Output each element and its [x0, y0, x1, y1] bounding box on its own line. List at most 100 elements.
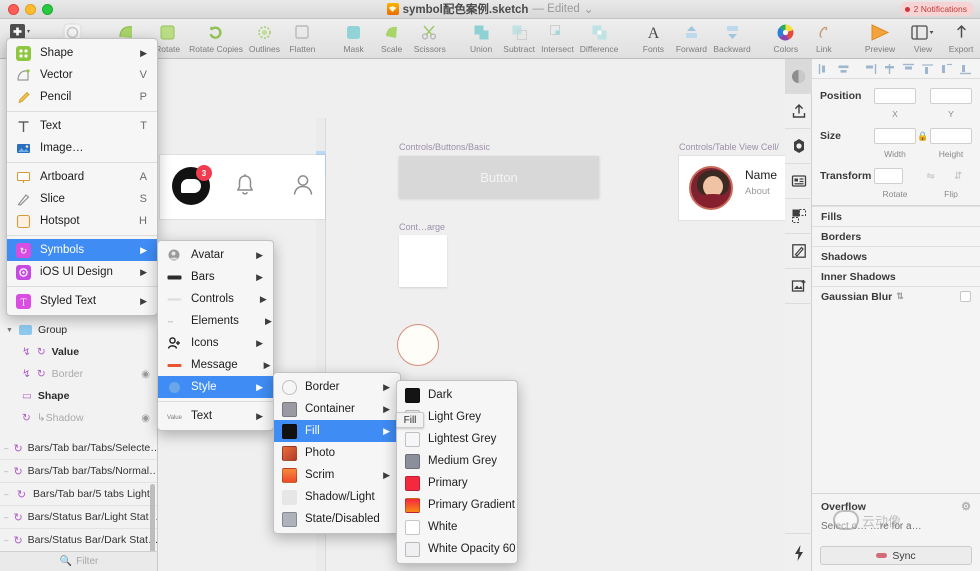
- symbols-submenu[interactable]: Avatar ▶ Bars ▶ Controls ▶ Elements ▶ Ic…: [157, 240, 274, 431]
- layer-group-row[interactable]: ▼ Group: [0, 319, 157, 341]
- align-right-icon[interactable]: [862, 61, 879, 77]
- section-inner-shadows[interactable]: Inner Shadows: [812, 266, 980, 286]
- toolbar-item-intersect[interactable]: Intersect: [538, 21, 577, 54]
- position-x-input[interactable]: [874, 88, 916, 104]
- menu-item-controls[interactable]: Controls ▶: [158, 288, 273, 310]
- fill-submenu[interactable]: Dark Light Grey Lightest Grey Medium Gre…: [396, 380, 518, 564]
- table-cell-artboard-label[interactable]: Controls/Table View Cell/: [679, 142, 779, 152]
- blur-stepper-icon[interactable]: ⇅: [896, 291, 904, 302]
- distribute-v-icon[interactable]: [938, 61, 955, 77]
- person-icon[interactable]: [292, 173, 314, 199]
- toolbar-item-preview[interactable]: Preview: [856, 21, 904, 54]
- menu-item-text[interactable]: Value Text ▶: [158, 405, 273, 427]
- style-submenu[interactable]: Border ▶ Container ▶ Fill ▶ Photo Scrim …: [273, 372, 401, 534]
- toolbar-item-link[interactable]: Link: [805, 21, 843, 54]
- toolbar-item-export[interactable]: Export: [942, 21, 980, 54]
- layer-child-shadow[interactable]: ↻ ↳Shadow ◉: [0, 407, 157, 429]
- button-artboard[interactable]: Button: [399, 156, 599, 198]
- layer-child-shape[interactable]: ▭ Shape: [0, 385, 157, 407]
- toolbar-item-rotate-copies[interactable]: Rotate Copies: [187, 21, 246, 54]
- list-item[interactable]: – ↻ Bars/Tab bar/Tabs/Selecte…: [0, 437, 157, 460]
- menu-item-vector[interactable]: Vector V: [7, 64, 157, 86]
- align-center-h-icon[interactable]: [835, 61, 852, 77]
- menu-item-lightest-grey[interactable]: Lightest Grey: [397, 428, 517, 450]
- rail-item-data[interactable]: [785, 164, 812, 199]
- flip-horizontal-icon[interactable]: ⇋: [927, 171, 935, 182]
- notifications-badge[interactable]: 2 Notifications: [899, 2, 974, 16]
- menu-item-style[interactable]: Style ▶: [158, 376, 273, 398]
- toolbar-item-flatten[interactable]: Flatten: [283, 21, 321, 54]
- rail-item-lightning[interactable]: [785, 533, 812, 571]
- button-artboard-label[interactable]: Controls/Buttons/Basic: [399, 142, 490, 152]
- menu-item-avatar[interactable]: Avatar ▶: [158, 244, 273, 266]
- width-input[interactable]: [874, 128, 916, 144]
- menu-item-text[interactable]: Text T: [7, 115, 157, 137]
- toolbar-item-scissors[interactable]: Scissors: [411, 21, 449, 54]
- blur-checkbox[interactable]: [960, 291, 971, 302]
- align-bottom-icon[interactable]: [957, 61, 974, 77]
- menu-item-styled-text[interactable]: T Styled Text ▶: [7, 290, 157, 312]
- chevron-down-icon[interactable]: ⌄: [584, 2, 594, 16]
- menu-item-artboard[interactable]: Artboard A: [7, 166, 157, 188]
- rotate-input[interactable]: [874, 168, 903, 184]
- container-artboard[interactable]: [399, 235, 447, 287]
- menu-item-medium-grey[interactable]: Medium Grey: [397, 450, 517, 472]
- menu-item-white[interactable]: White: [397, 516, 517, 538]
- align-middle-v-icon[interactable]: [919, 61, 936, 77]
- layer-child-value[interactable]: ↯ ↻ Value: [0, 341, 157, 363]
- insert-dropdown-menu[interactable]: Shape ▶ Vector V Pencil P Text T Image… …: [6, 38, 158, 316]
- menu-item-pencil[interactable]: Pencil P: [7, 86, 157, 108]
- rail-item-publish[interactable]: [785, 94, 812, 129]
- chat-bubble-icon[interactable]: 3: [172, 165, 212, 205]
- section-gaussian-blur[interactable]: Gaussian Blur ⇅: [812, 286, 980, 306]
- table-cell-artboard[interactable]: Name About: [679, 156, 785, 220]
- rail-item-style[interactable]: [785, 234, 812, 269]
- menu-item-slice[interactable]: Slice S: [7, 188, 157, 210]
- distribute-h-icon[interactable]: [881, 61, 898, 77]
- section-borders[interactable]: Borders: [812, 226, 980, 246]
- list-item[interactable]: – ↻ Bars/Tab bar/Tabs/Normal…: [0, 460, 157, 483]
- circle-swatch-shape[interactable]: [397, 324, 439, 366]
- menu-item-ios-ui-design[interactable]: iOS UI Design ▶: [7, 261, 157, 283]
- flip-buttons[interactable]: ⇋ ⇵: [917, 168, 972, 184]
- toolbar-item-subtract[interactable]: Subtract: [500, 21, 538, 54]
- gear-icon[interactable]: ⚙: [961, 500, 971, 513]
- list-item[interactable]: – ↻ Bars/Tab bar/5 tabs Light: [0, 483, 157, 506]
- layer-child-border[interactable]: ↯ ↻ Border ◉: [0, 363, 157, 385]
- align-top-icon[interactable]: [900, 61, 917, 77]
- menu-item-bars[interactable]: Bars ▶: [158, 266, 273, 288]
- toolbar-item-fonts[interactable]: A Fonts: [634, 21, 672, 55]
- container-artboard-label[interactable]: Cont…arge: [399, 222, 445, 232]
- menu-item-fill[interactable]: Fill ▶: [274, 420, 400, 442]
- flip-vertical-icon[interactable]: ⇵: [954, 171, 962, 182]
- section-fills[interactable]: Fills: [812, 206, 980, 226]
- menu-item-dark[interactable]: Dark: [397, 384, 517, 406]
- rail-item-image[interactable]: [785, 269, 812, 304]
- icons-artboard[interactable]: 3: [160, 155, 325, 219]
- align-left-icon[interactable]: [816, 61, 833, 77]
- sync-button[interactable]: Sync: [820, 546, 972, 565]
- menu-item-message[interactable]: Message ▶: [158, 354, 273, 376]
- menu-item-symbols[interactable]: ↻ Symbols ▶: [7, 239, 157, 261]
- toolbar-item-colors[interactable]: Colors: [767, 21, 805, 54]
- toolbar-item-backward[interactable]: Backward: [710, 21, 753, 54]
- menu-item-primary-gradient[interactable]: Primary Gradient: [397, 494, 517, 516]
- toolbar-item-mask[interactable]: Mask: [335, 21, 373, 54]
- menu-item-white-opacity-60[interactable]: White Opacity 60: [397, 538, 517, 560]
- menu-item-scrim[interactable]: Scrim ▶: [274, 464, 400, 486]
- menu-item-elements[interactable]: Elements ▶: [158, 310, 273, 332]
- list-item[interactable]: – ↻ Bars/Status Bar/Light Stat…: [0, 506, 157, 529]
- eye-icon[interactable]: ◉: [141, 413, 150, 424]
- toolbar-item-union[interactable]: Union: [462, 21, 500, 54]
- height-input[interactable]: [930, 128, 972, 144]
- toolbar-item-outlines[interactable]: Outlines: [245, 21, 283, 54]
- menu-item-state-disabled[interactable]: State/Disabled: [274, 508, 400, 530]
- toolbar-item-scale[interactable]: Scale: [373, 21, 411, 54]
- toolbar-item-forward[interactable]: Forward: [672, 21, 710, 54]
- layer-filter-bar[interactable]: 🔍 Filter: [0, 551, 157, 571]
- position-y-input[interactable]: [930, 88, 972, 104]
- rail-item-duplicate[interactable]: [785, 199, 812, 234]
- layers-scrollbar[interactable]: [150, 484, 155, 554]
- eye-icon[interactable]: ◉: [141, 369, 150, 380]
- menu-item-photo[interactable]: Photo: [274, 442, 400, 464]
